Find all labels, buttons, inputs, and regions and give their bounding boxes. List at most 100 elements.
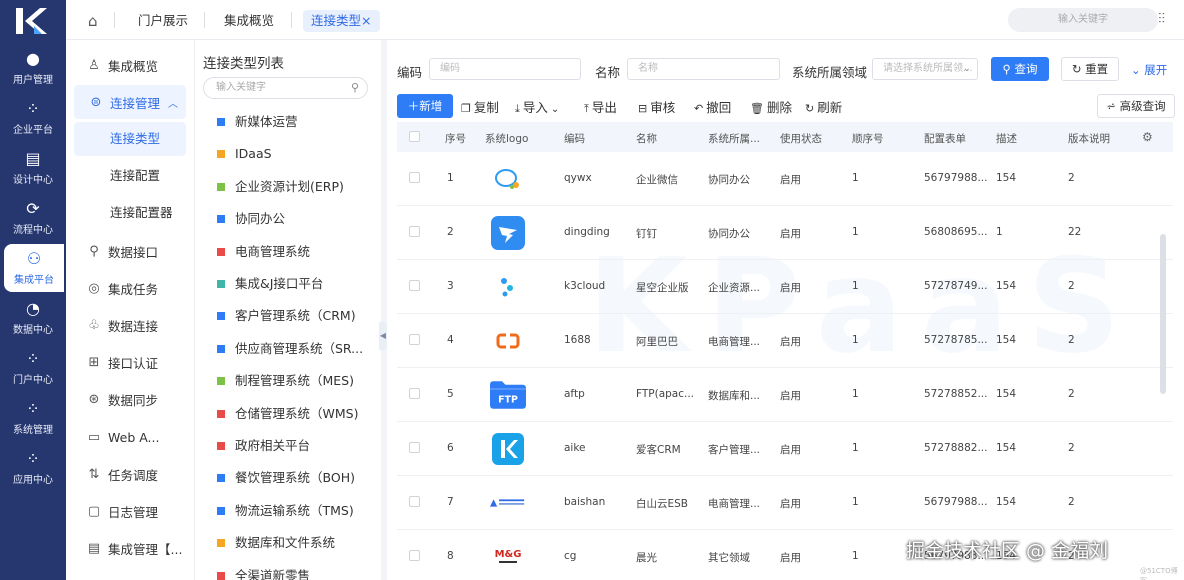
gear-icon[interactable]: ⚙ (1142, 130, 1153, 144)
close-icon[interactable]: × (361, 13, 371, 28)
query-button[interactable]: ⚲ 查询 (991, 57, 1049, 81)
table-row[interactable]: 1 qywx 企业微信 协同办公 启用 1 56797988... 154 2 (397, 152, 1173, 206)
name-input[interactable]: 名称 (627, 58, 780, 80)
rail-enterprise-platform[interactable]: ⁘ 企业平台 (0, 94, 66, 142)
type-list-item[interactable]: 政府相关平台 (217, 436, 377, 456)
collapse-handle[interactable]: ◀ (379, 322, 387, 350)
table-row[interactable]: 7 baishan 白山云ESB 电商管理... 启用 1 56797988... 154 2 (397, 476, 1173, 530)
menu-item-interface-auth[interactable]: ⊞ 接口认证 (66, 345, 194, 379)
select-all-checkbox[interactable] (409, 131, 420, 142)
import-label: 导入 (522, 100, 548, 115)
rail-app-center[interactable]: ⁘ 应用中心 (0, 444, 66, 492)
type-list-item[interactable]: 企业资源计划(ERP) (217, 177, 377, 197)
rail-portal-center[interactable]: ⁘ 门户中心 (0, 344, 66, 392)
cell-form: 57278785... (924, 334, 988, 346)
cell-no: 1 (447, 172, 454, 184)
menu-item-log-management[interactable]: ▢ 日志管理 (66, 494, 194, 528)
type-list-item[interactable]: 电商管理系统 (217, 242, 377, 262)
type-list-item[interactable]: IDaaS (217, 144, 377, 164)
delete-button[interactable]: 🗑︎ 删除 (750, 97, 792, 116)
home-icon[interactable]: ⌂ (88, 12, 98, 30)
cell-form: 56797988... (924, 496, 988, 508)
import-button[interactable]: ⤓ 导入 ⌄ (515, 97, 559, 116)
reset-button[interactable]: ↻ 重置 (1061, 57, 1119, 81)
tab-connection-type[interactable]: 连接类型× (303, 10, 380, 32)
export-button[interactable]: ⤒ 导出 (584, 97, 617, 116)
type-list-item[interactable]: 物流运输系统（TMS) (217, 501, 377, 521)
tab-portal-display[interactable]: 门户展示 (138, 10, 188, 32)
row-checkbox[interactable] (409, 226, 420, 237)
copy-button[interactable]: ❐ 复制 (461, 97, 499, 116)
search-icon[interactable]: ⚲ (351, 78, 359, 98)
cell-order: 1 (852, 550, 859, 562)
tab-integration-overview[interactable]: 集成概览 (224, 10, 274, 32)
expand-link[interactable]: ⌄ 展开 (1131, 62, 1167, 78)
type-list-label: 电商管理系统 (235, 243, 311, 259)
category-icon (217, 247, 225, 256)
revoke-button[interactable]: ↶ 撤回 (694, 97, 731, 116)
flow-icon: ⟳ (26, 198, 40, 218)
type-list-item[interactable]: 新媒体运营 (217, 112, 377, 132)
table-row[interactable]: 2 dingding 钉钉 协同办公 启用 1 56808695... 1 22 (397, 206, 1173, 260)
row-checkbox[interactable] (409, 550, 420, 561)
type-list-item[interactable]: 数据库和文件系统 (217, 533, 377, 553)
refresh-button[interactable]: ↻ 刷新 (805, 97, 842, 116)
advanced-query-button[interactable]: ⩫ 高级查询 (1097, 94, 1175, 118)
list-search-input[interactable]: 输入关键字 ⚲ (203, 77, 368, 99)
top-search-input[interactable]: 输入关键字 (1008, 8, 1158, 32)
rail-user-management[interactable]: ● 用户管理 (0, 44, 66, 92)
row-checkbox[interactable] (409, 172, 420, 183)
row-checkbox[interactable] (409, 334, 420, 345)
row-checkbox[interactable] (409, 442, 420, 453)
menu-sub-connection-config[interactable]: 连接配置 (74, 159, 186, 193)
menu-item-web-api[interactable]: ▭ Web A... (66, 420, 194, 454)
type-list-label: 协同办公 (235, 211, 286, 227)
rail-system-management[interactable]: ⁘ 系统管理 (0, 394, 66, 442)
menu-item-task-scheduling[interactable]: ⇅ 任务调度 (66, 457, 194, 491)
type-list-item[interactable]: 集成&J接口平台 (217, 274, 377, 294)
menu-sub-connection-configurator[interactable]: 连接配置器 (74, 196, 186, 230)
type-list-item[interactable]: 全渠道新零售 (217, 566, 377, 580)
row-checkbox[interactable] (409, 388, 420, 399)
type-list-item[interactable]: 餐饮管理系统（BOH) (217, 468, 377, 488)
ftp-logo-text: FTP (498, 395, 518, 406)
sliders-icon[interactable]: ⫶⫶ (1158, 11, 1165, 27)
code-input[interactable]: 编码 (429, 58, 581, 80)
category-icon (217, 409, 225, 418)
table-row[interactable]: 6 aike 爱客CRM 客户管理... 启用 1 57278882... 154 2 (397, 422, 1173, 476)
menu-item-connection-management[interactable]: ⊜ 连接管理 ︿ (74, 85, 186, 119)
expand-label: 展开 (1144, 63, 1168, 77)
menu-item-integration-manage[interactable]: ▤ 集成管理【... (66, 531, 194, 565)
table-scrollbar[interactable] (1160, 234, 1166, 394)
type-list-item[interactable]: 制程管理系统（MES) (217, 371, 377, 391)
menu-item-integration-overview[interactable]: ♙ 集成概览 (66, 48, 194, 82)
cell-desc: 154 (996, 172, 1017, 184)
menu-item-integration-task[interactable]: ◎ 集成任务 (66, 271, 194, 305)
row-checkbox[interactable] (409, 496, 420, 507)
cell-no: 3 (447, 280, 454, 292)
rail-design-center[interactable]: ▤ 设计中心 (0, 144, 66, 192)
table-row[interactable]: 4 1688 阿里巴巴 电商管理... 启用 1 57278785... 154 2 (397, 314, 1173, 368)
table-row[interactable]: FTP 5 aftp FTP(apac... 数据库和... 启用 1 57278852...… (397, 368, 1173, 422)
type-list-item[interactable]: 客户管理系统（CRM) (217, 306, 377, 326)
connection-type-list: 连接类型列表 输入关键字 ⚲ 新媒体运营 IDaaS 企业资源计划(ERP) 协同办公… (194, 40, 381, 580)
type-list-label: 新媒体运营 (235, 114, 298, 129)
domain-select[interactable]: 请选择系统所属领... ⌄ (872, 58, 978, 80)
rail-data-center[interactable]: ◔ 数据中心 (0, 294, 66, 342)
menu-label: 任务调度 (108, 467, 159, 483)
menu-item-data-interface[interactable]: ⚲ 数据接口 (66, 234, 194, 268)
menu-item-data-connection[interactable]: ♧ 数据连接 (66, 308, 194, 342)
menu-sub-connection-type[interactable]: 连接类型 (74, 122, 186, 156)
table-row[interactable]: 3 k3cloud 星空企业版 企业资源... 启用 1 57278749... 154 2 (397, 260, 1173, 314)
audit-button[interactable]: ⊟ 审核 (638, 97, 675, 116)
type-list-item[interactable]: 供应商管理系统（SR... (217, 339, 377, 359)
rail-integration-platform[interactable]: ⚇ 集成平台 (4, 244, 64, 292)
row-checkbox[interactable] (409, 280, 420, 291)
grid-icon: ⁘ (26, 448, 40, 468)
add-button[interactable]: ＋新增 (397, 94, 453, 118)
menu-item-data-sync[interactable]: ⊛ 数据同步 (66, 382, 194, 416)
type-list-item[interactable]: 协同办公 (217, 209, 377, 229)
kpaas-logo[interactable] (14, 6, 50, 36)
rail-flow-center[interactable]: ⟳ 流程中心 (0, 194, 66, 242)
type-list-item[interactable]: 仓储管理系统（WMS) (217, 404, 377, 424)
